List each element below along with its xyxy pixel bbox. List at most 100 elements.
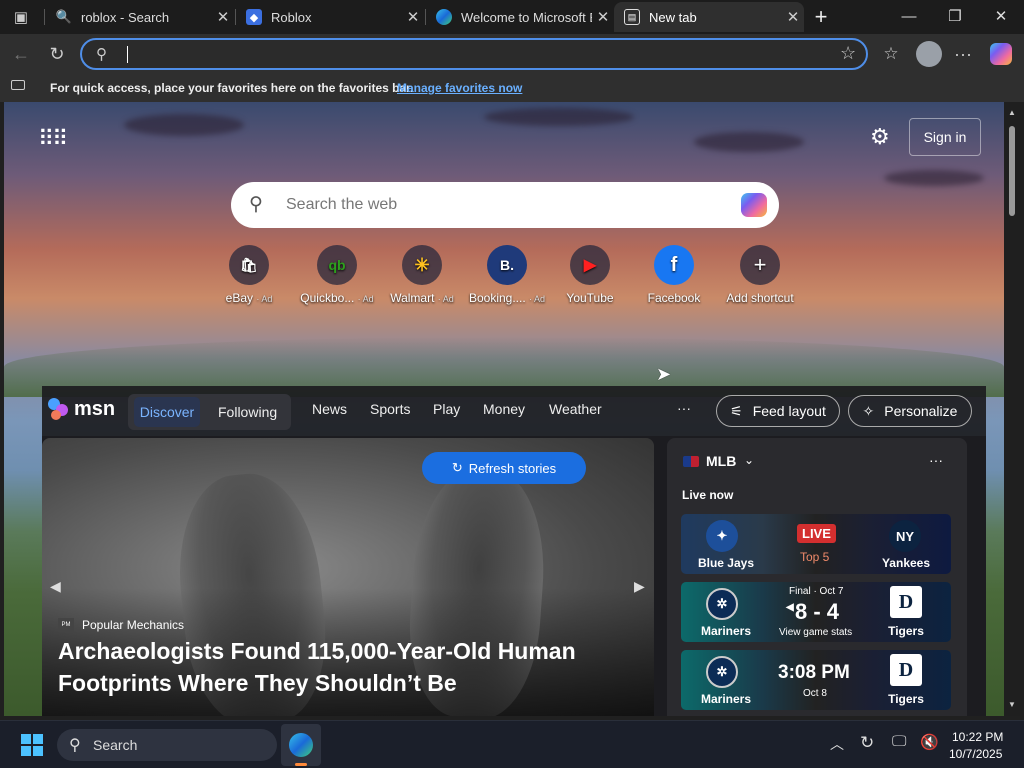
tigers-logo-icon: D	[890, 654, 922, 686]
away-team: Mariners	[700, 692, 752, 706]
personalize-button[interactable]: ✧ Personalize	[848, 395, 972, 427]
mlb-logo-icon	[683, 456, 699, 467]
refresh-stories-button[interactable]: ↻ Refresh stories	[422, 452, 586, 484]
windows-start-icon[interactable]	[21, 734, 43, 756]
close-icon[interactable]: ✕	[212, 8, 234, 26]
view-game-stats-link[interactable]: View game stats	[779, 627, 852, 638]
walmart-icon: ✳	[402, 245, 442, 285]
story-headline-line1[interactable]: Archaeologists Found 115,000-Year-Old Hu…	[58, 638, 576, 665]
quick-link-ebay[interactable]: 🛍 eBay · Ad	[206, 245, 292, 305]
clock-time[interactable]: 10:22 PM	[952, 730, 1003, 744]
msn-brand[interactable]: msn	[74, 398, 115, 421]
home-team: Tigers	[888, 624, 924, 638]
nav-money[interactable]: Money	[483, 401, 525, 417]
tab-following[interactable]: Following	[218, 404, 277, 420]
quick-link-facebook[interactable]: f Facebook	[631, 245, 717, 305]
copilot-icon[interactable]	[990, 43, 1012, 65]
address-bar[interactable]: ⚲ ☆	[80, 38, 868, 70]
refresh-icon[interactable]: ↻	[42, 39, 72, 69]
nav-sports[interactable]: Sports	[370, 401, 410, 417]
story-headline-line2[interactable]: Footprints Where They Shouldn’t Be	[58, 670, 457, 697]
taskbar: ⚲ Search ︿ ↻ 🖵 🔇 10:22 PM 10/7/2025	[0, 720, 1024, 768]
tab-discover[interactable]: Discover	[134, 397, 200, 427]
tab-title: New tab	[649, 9, 697, 25]
network-icon[interactable]: 🖵	[892, 733, 906, 750]
taskbar-search-box[interactable]: ⚲ Search	[57, 729, 277, 761]
apps-grid-icon[interactable]: ⠿⠿	[38, 126, 68, 152]
manage-favorites-link[interactable]: Manage favorites now	[397, 81, 522, 95]
tab-welcome-edge[interactable]: Welcome to Microsoft E ✕	[426, 2, 614, 32]
mariners-logo-icon: ✲	[706, 588, 738, 620]
game-card-live[interactable]: ✦ Blue Jays LIVE Top 5 NY Yankees	[681, 514, 951, 574]
sparkle-star-icon: ✧	[862, 402, 875, 419]
close-icon[interactable]: ✕	[592, 8, 614, 26]
favorites-bar: For quick access, place your favorites h…	[0, 74, 1024, 102]
refresh-icon: ↻	[451, 460, 463, 475]
scrollbar-thumb[interactable]	[1009, 126, 1015, 216]
window-close-icon[interactable]: ✕	[978, 0, 1024, 32]
copilot-icon[interactable]	[741, 193, 767, 217]
quick-link-walmart[interactable]: ✳ Walmart · Ad	[379, 245, 465, 305]
speaker-muted-icon[interactable]: 🔇	[920, 733, 939, 751]
new-tab-plus-icon[interactable]: +	[806, 2, 836, 32]
quick-link-add-shortcut[interactable]: + Add shortcut	[717, 245, 803, 305]
edge-icon	[289, 733, 313, 757]
restore-icon[interactable]: ❐	[932, 0, 978, 32]
web-search-box[interactable]: ⚲ Search the web	[231, 182, 779, 228]
carousel-prev-icon[interactable]: ◀	[50, 578, 61, 595]
scroll-down-icon[interactable]: ▼	[1008, 700, 1016, 709]
hero-story-card[interactable]: ↻ Refresh stories ◀ ▶ PM Popular Mechanic…	[42, 438, 654, 716]
game-status: Final · Oct 7	[789, 586, 844, 597]
live-now-label: Live now	[682, 488, 734, 502]
more-nav-icon[interactable]: ···	[677, 400, 691, 416]
quick-link-booking[interactable]: B. Booking.... · Ad	[464, 245, 550, 305]
sync-icon[interactable]: ↻	[860, 733, 874, 753]
favorites-icon[interactable]: ☆	[876, 39, 906, 69]
sign-in-button[interactable]: Sign in	[909, 118, 981, 156]
tab-roblox-search[interactable]: 🔍 roblox - Search ✕	[46, 2, 234, 32]
search-placeholder[interactable]: Search the web	[286, 196, 397, 214]
close-icon[interactable]: ✕	[782, 8, 804, 26]
nav-news[interactable]: News	[312, 401, 347, 417]
carousel-next-icon[interactable]: ▶	[634, 578, 645, 595]
game-card-final[interactable]: ✲ Mariners Final · Oct 7 ◀ 8 - 4 View ga…	[681, 582, 951, 642]
chevron-down-icon[interactable]: ⌄	[744, 453, 754, 467]
address-input[interactable]	[122, 45, 812, 63]
tab-roblox[interactable]: ◆ Roblox ✕	[236, 2, 424, 32]
feed-layout-button[interactable]: ⚟ Feed layout	[716, 395, 840, 427]
more-menu-icon[interactable]: ···	[948, 39, 978, 69]
star-icon[interactable]: ☆	[840, 43, 856, 64]
game-card-upcoming[interactable]: ✲ Mariners 3:08 PM Oct 8 D Tigers	[681, 650, 951, 710]
more-options-icon[interactable]: ···	[929, 452, 943, 468]
quick-link-quickbooks[interactable]: qb Quickbo... · Ad	[294, 245, 380, 305]
mouse-cursor-icon: ➤	[656, 364, 672, 384]
score: 8 - 4	[795, 599, 840, 624]
tab-new-tab[interactable]: ▤ New tab ✕	[614, 2, 804, 32]
taskbar-edge-button[interactable]	[281, 724, 321, 766]
clock-date[interactable]: 10/7/2025	[949, 747, 1002, 761]
discover-following-group: Discover Following	[128, 394, 291, 430]
mlb-title[interactable]: MLB	[706, 453, 736, 469]
page-scrollbar[interactable]: ▲ ▼	[1004, 102, 1020, 716]
booking-icon: B.	[487, 245, 527, 285]
youtube-icon: ▶	[570, 245, 610, 285]
profile-avatar[interactable]	[916, 41, 942, 67]
quick-link-youtube[interactable]: ▶ YouTube	[547, 245, 633, 305]
edge-icon	[436, 9, 452, 25]
msn-nav-bar: msn Discover Following News Sports Play …	[42, 386, 986, 436]
home-team: Yankees	[881, 556, 931, 570]
close-icon[interactable]: ✕	[402, 8, 424, 26]
scroll-up-icon[interactable]: ▲	[1008, 108, 1016, 117]
msn-logo-icon	[48, 396, 72, 422]
minimize-icon[interactable]: —	[886, 0, 932, 32]
story-source: Popular Mechanics	[82, 618, 185, 632]
new-tab-page: ⠿⠿ ⚙ Sign in ⚲ Search the web 🛍 eBay · A…	[4, 102, 1004, 716]
away-team: Mariners	[700, 624, 752, 638]
tab-title: Roblox	[271, 9, 312, 25]
chevron-up-icon[interactable]: ︿	[830, 734, 844, 754]
nav-weather[interactable]: Weather	[549, 401, 602, 417]
tab-actions-icon[interactable]: ▣	[6, 2, 36, 32]
settings-gear-icon[interactable]: ⚙	[870, 124, 890, 150]
back-icon[interactable]: ←	[6, 39, 36, 69]
nav-play[interactable]: Play	[433, 401, 460, 417]
